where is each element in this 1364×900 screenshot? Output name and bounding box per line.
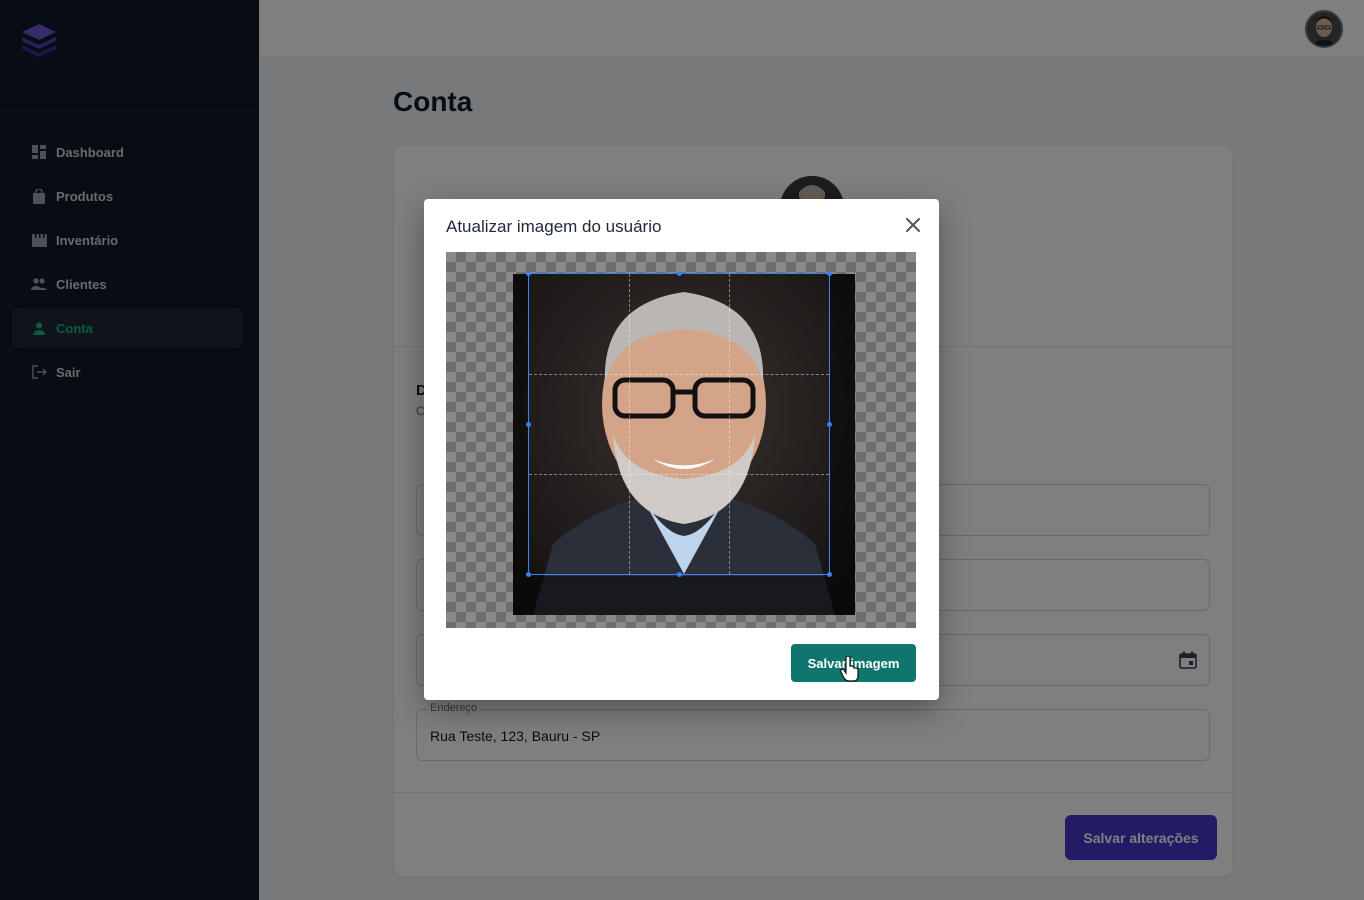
hand-cursor-icon [840,656,859,682]
modal-title: Atualizar imagem do usuário [446,217,662,236]
crop-selection[interactable] [526,271,832,577]
crop-handle-s[interactable] [677,572,682,577]
close-icon[interactable] [903,215,923,235]
crop-gridline [529,374,829,375]
crop-handle-e[interactable] [827,422,832,427]
crop-handle-sw[interactable] [526,572,531,577]
crop-gridline [629,274,630,574]
crop-handle-se[interactable] [827,572,832,577]
crop-handle-w[interactable] [526,422,531,427]
update-image-modal: Atualizar imagem do usuário Salvar image… [424,199,939,700]
crop-handle-ne[interactable] [827,271,832,276]
crop-gridline [529,474,829,475]
image-cropper[interactable] [446,252,916,628]
crop-gridline [729,274,730,574]
crop-handle-nw[interactable] [526,271,531,276]
crop-handle-n[interactable] [677,271,682,276]
